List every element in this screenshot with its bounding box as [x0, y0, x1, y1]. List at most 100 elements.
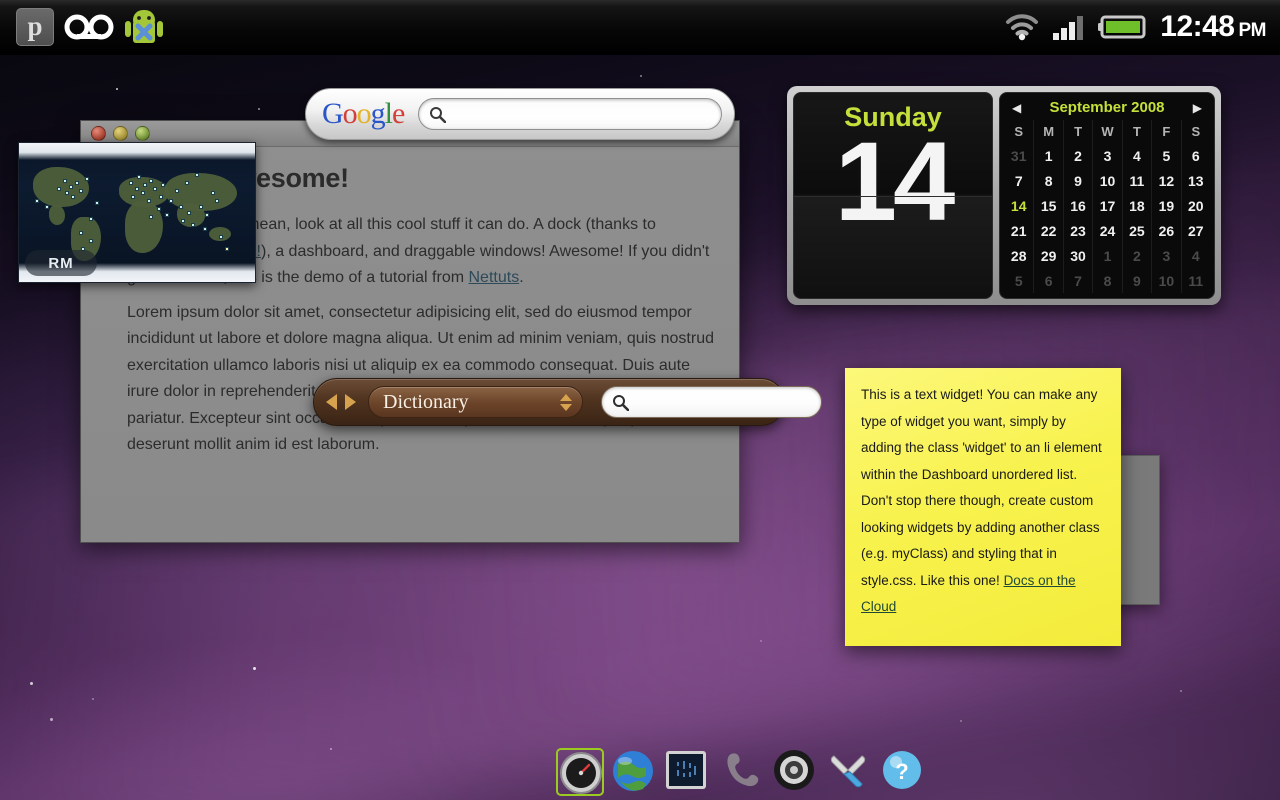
content-link[interactable]: Nettuts	[469, 269, 520, 286]
status-bar-notifications[interactable]: p	[0, 5, 164, 49]
calendar-day-number: 14	[834, 119, 956, 244]
sticky-note-widget[interactable]: This is a text widget! You can make any …	[845, 368, 1121, 646]
calendar-day-cell[interactable]: 26	[1151, 218, 1180, 244]
calendar-day-cell[interactable]: 8	[1092, 268, 1121, 293]
dock-item-dashboard[interactable]	[556, 748, 604, 796]
clock-ampm: PM	[1238, 20, 1267, 41]
browser-globe-icon	[613, 751, 653, 791]
dock-item-audio[interactable]	[772, 748, 820, 796]
calendar-day-cell[interactable]: 27	[1180, 218, 1210, 244]
status-bar-system-icons[interactable]: 12:48 PM	[1004, 10, 1280, 44]
calendar-day-cell[interactable]: 5	[1151, 143, 1180, 169]
calendar-day-cell[interactable]: 22	[1033, 218, 1062, 244]
dock-item-browser[interactable]	[610, 748, 658, 796]
help-question-icon: ?	[883, 751, 921, 789]
calendar-day-today[interactable]: 14	[1004, 194, 1033, 219]
android-mascot-icon[interactable]	[124, 5, 164, 49]
google-logo-letter-4: l	[384, 97, 393, 130]
dictionary-widget[interactable]: Dictionary	[313, 378, 822, 426]
dock-item-terminal[interactable]	[664, 748, 712, 796]
window-zoom-button[interactable]	[135, 126, 150, 141]
dock-item-help[interactable]: ?	[880, 748, 928, 796]
calendar-day-cell[interactable]: 19	[1151, 193, 1180, 219]
calendar-day-cell[interactable]: 6	[1180, 143, 1210, 169]
calendar-day-cell[interactable]: 7	[1004, 169, 1033, 194]
dock[interactable]: ?	[556, 748, 928, 796]
stepper-icon[interactable]	[560, 393, 572, 411]
google-logo-letter-3: g	[370, 97, 386, 130]
google-logo-letter-1: o	[342, 97, 358, 130]
calendar-day-header: F	[1151, 120, 1180, 144]
calendar-day-header: T	[1121, 120, 1151, 144]
calendar-day-cell[interactable]: 5	[1004, 268, 1033, 293]
dictionary-source-select[interactable]: Dictionary	[368, 386, 583, 418]
calendar-day-header: W	[1092, 120, 1121, 144]
calendar-day-cell[interactable]: 28	[1004, 243, 1033, 268]
calendar-day-cell[interactable]: 23	[1062, 218, 1092, 244]
sticky-note-body: This is a text widget! You can make any …	[861, 387, 1102, 588]
calendar-day-cell[interactable]: 11	[1121, 168, 1151, 194]
calendar-day-cell[interactable]: 17	[1092, 193, 1121, 219]
voicemail-icon[interactable]	[63, 12, 115, 42]
calendar-day-cell[interactable]: 16	[1062, 193, 1092, 219]
calendar-month-panel[interactable]: ◀ September 2008 ▶ S M T W T F S 31 1 2 3 4 5 6 7 8 9 10 1…	[999, 92, 1215, 299]
google-logo-letter-5: e	[392, 97, 405, 130]
calendar-day-cell[interactable]: 2	[1062, 143, 1092, 169]
calendar-day-cell[interactable]: 21	[1004, 218, 1033, 243]
phone-icon	[727, 753, 759, 787]
calendar-grid[interactable]: S M T W T F S 31 1 2 3 4 5 6 7 8 9 10 11 12 13 14 15 16 17 18 19 20…	[1004, 120, 1210, 293]
worldmap-widget[interactable]: RM	[18, 142, 256, 283]
calendar-day-cell[interactable]: 10	[1151, 268, 1180, 293]
calendar-day-cell[interactable]: 4	[1121, 143, 1151, 169]
calendar-day-cell[interactable]: 8	[1033, 168, 1062, 194]
calendar-next-month-icon[interactable]: ▶	[1193, 101, 1202, 115]
search-icon	[613, 394, 629, 411]
dashboard-icon	[560, 752, 602, 794]
p-app-icon[interactable]: p	[16, 8, 54, 46]
calendar-day-cell[interactable]: 11	[1180, 268, 1210, 293]
google-search-widget[interactable]: Google	[305, 88, 735, 140]
google-logo-letter-2: o	[356, 97, 372, 130]
calendar-day-cell[interactable]: 20	[1180, 193, 1210, 219]
calendar-day-cell[interactable]: 3	[1092, 143, 1121, 169]
window-close-button[interactable]	[91, 126, 106, 141]
calendar-day-cell[interactable]: 2	[1121, 243, 1151, 269]
calendar-day-cell[interactable]: 13	[1180, 168, 1210, 194]
calendar-day-cell[interactable]: 24	[1092, 218, 1121, 244]
next-arrow-icon[interactable]	[345, 394, 356, 410]
dictionary-search-input[interactable]	[635, 394, 811, 410]
calendar-day-cell[interactable]: 1	[1033, 143, 1062, 169]
window-minimize-button[interactable]	[113, 126, 128, 141]
dock-item-phone[interactable]	[718, 748, 766, 796]
calendar-day-cell[interactable]: 30	[1062, 243, 1092, 269]
google-search-input[interactable]	[452, 106, 711, 122]
dictionary-search-field[interactable]	[601, 386, 822, 418]
calendar-day-cell[interactable]: 10	[1092, 168, 1121, 194]
calendar-day-cell[interactable]: 6	[1033, 268, 1062, 293]
calendar-day-cell[interactable]: 12	[1151, 168, 1180, 194]
calendar-day-header: M	[1033, 120, 1062, 144]
calendar-widget[interactable]: Sunday 14 ◀ September 2008 ▶ S M T W T F S 31 1 2…	[787, 86, 1221, 305]
calendar-day-cell[interactable]: 1	[1092, 243, 1121, 269]
calendar-day-header: S	[1180, 120, 1210, 144]
calendar-prev-month-icon[interactable]: ◀	[1012, 101, 1021, 115]
status-bar-clock: 12:48 PM	[1160, 10, 1266, 44]
google-search-field[interactable]	[418, 98, 722, 130]
calendar-day-cell[interactable]: 7	[1062, 268, 1092, 293]
calendar-day-cell[interactable]: 31	[1004, 144, 1033, 169]
android-status-bar[interactable]: p 12:48 PM	[0, 0, 1280, 55]
terminal-window-icon	[666, 751, 706, 789]
dock-item-tools[interactable]	[826, 748, 874, 796]
calendar-day-cell[interactable]: 9	[1121, 268, 1151, 293]
previous-arrow-icon[interactable]	[326, 394, 337, 410]
calendar-day-cell[interactable]: 3	[1151, 243, 1180, 269]
calendar-day-cell[interactable]: 4	[1180, 243, 1210, 269]
calendar-day-cell[interactable]: 18	[1121, 193, 1151, 219]
google-logo: Google	[322, 97, 405, 130]
calendar-day-cell[interactable]: 9	[1062, 168, 1092, 194]
calendar-header[interactable]: ◀ September 2008 ▶	[1004, 98, 1210, 120]
calendar-day-cell[interactable]: 25	[1121, 218, 1151, 244]
calendar-day-cell[interactable]: 29	[1033, 243, 1062, 269]
calendar-day-cell[interactable]: 15	[1033, 193, 1062, 219]
svg-text:?: ?	[895, 759, 908, 784]
